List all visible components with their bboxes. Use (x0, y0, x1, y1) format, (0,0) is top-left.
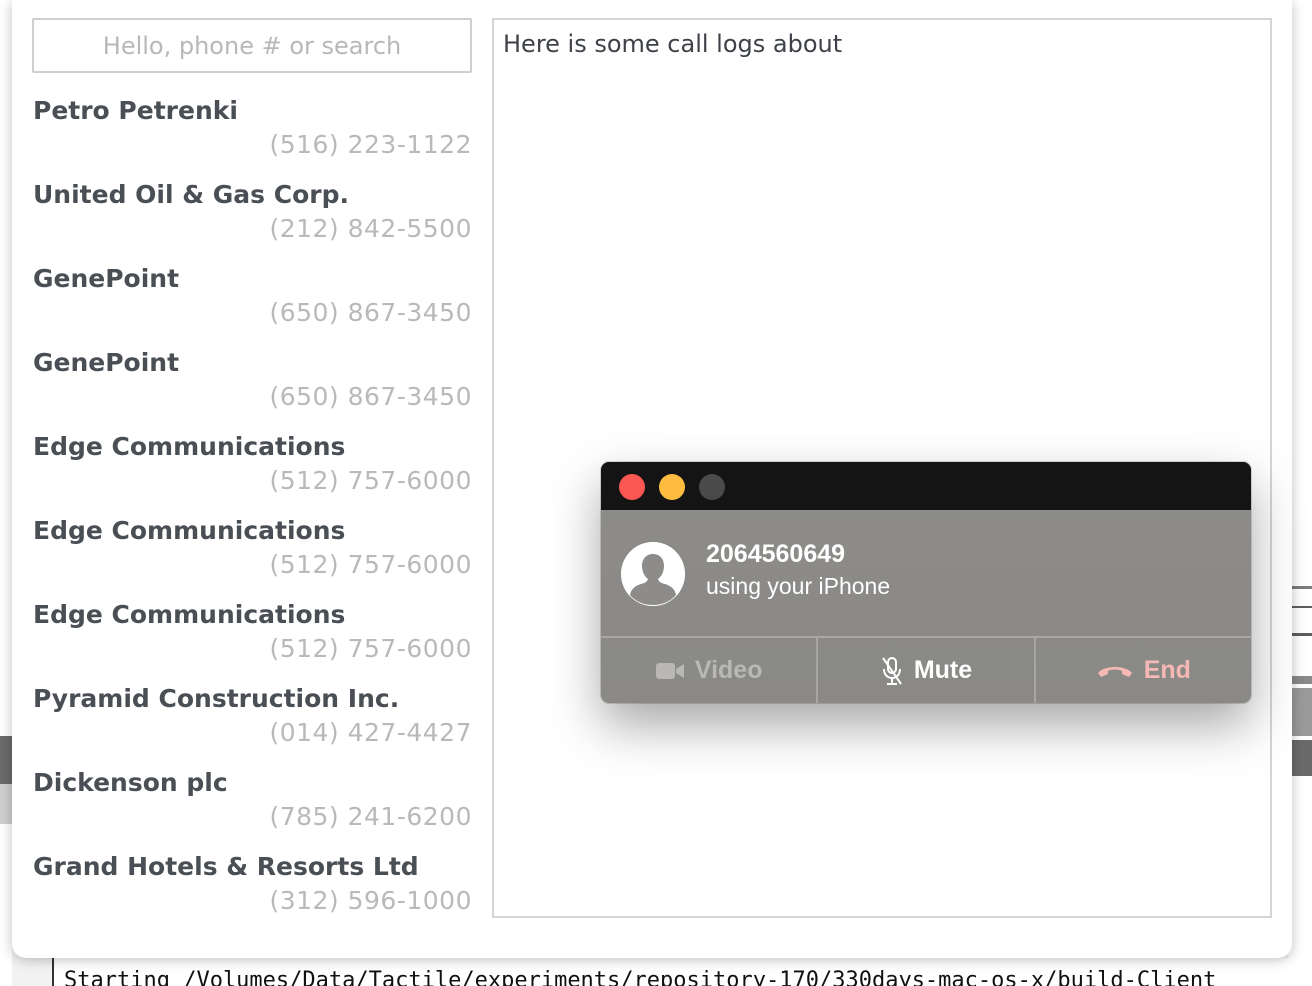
background-window-left (0, 0, 12, 986)
end-call-button[interactable]: End (1033, 638, 1251, 703)
contact-phone: (512) 757-6000 (269, 550, 472, 579)
call-log-text: Here is some call logs about (503, 30, 843, 58)
contact-name: Dickenson plc (33, 768, 228, 797)
contact-name: GenePoint (33, 264, 180, 293)
contact-phone: (785) 241-6200 (269, 802, 472, 831)
avatar (621, 542, 685, 606)
contact-phone: (212) 842-5500 (269, 214, 472, 243)
person-silhouette-icon (621, 542, 685, 606)
microphone-muted-icon (880, 656, 904, 686)
contact-item[interactable]: Petro Petrenki (516) 223-1122 (32, 92, 472, 176)
background-block (0, 784, 12, 824)
close-button[interactable] (619, 474, 645, 500)
contact-item[interactable]: Pyramid Construction Inc. (014) 427-4427 (32, 680, 472, 764)
call-popup: 2064560649 using your iPhone Video Mute … (601, 462, 1251, 703)
contact-item[interactable]: GenePoint (650) 867-3450 (32, 344, 472, 428)
contact-item[interactable]: Dickenson plc (785) 241-6200 (32, 764, 472, 848)
contact-item[interactable]: Edge Communications (512) 757-6000 (32, 596, 472, 680)
contact-phone: (512) 757-6000 (269, 634, 472, 663)
contact-list: Petro Petrenki (516) 223-1122 United Oil… (32, 92, 472, 932)
mute-button[interactable]: Mute (816, 638, 1033, 703)
popup-titlebar[interactable] (601, 462, 1251, 510)
contact-item[interactable]: Edge Communications (512) 757-6000 (32, 512, 472, 596)
contact-phone: (516) 223-1122 (269, 130, 472, 159)
contact-phone: (650) 867-3450 (269, 298, 472, 327)
contact-name: Pyramid Construction Inc. (33, 684, 400, 713)
contact-item[interactable]: Edge Communications (512) 757-6000 (32, 428, 472, 512)
contact-name: Edge Communications (33, 600, 346, 629)
search-input[interactable] (32, 18, 472, 73)
contact-name: Edge Communications (33, 432, 346, 461)
video-button[interactable]: Video (601, 638, 816, 703)
video-label: Video (694, 656, 763, 684)
contact-phone: (014) 427-4427 (269, 718, 472, 747)
zoom-button[interactable] (699, 474, 725, 500)
contact-phone: (512) 757-6000 (269, 466, 472, 495)
background-block (0, 736, 12, 784)
contact-name: Petro Petrenki (33, 96, 238, 125)
contact-name: Grand Hotels & Resorts Ltd (33, 852, 419, 881)
end-label: End (1143, 656, 1191, 684)
contact-name: United Oil & Gas Corp. (33, 180, 349, 209)
contact-name: Edge Communications (33, 516, 346, 545)
contact-item[interactable]: GenePoint (650) 867-3450 (32, 260, 472, 344)
contact-name: GenePoint (33, 348, 180, 377)
video-camera-icon (655, 661, 685, 681)
mute-label: Mute (913, 656, 973, 684)
contact-item[interactable]: United Oil & Gas Corp. (212) 842-5500 (32, 176, 472, 260)
caller-number: 2064560649 (706, 540, 846, 568)
call-actions: Video Mute End (601, 636, 1251, 703)
minimize-button[interactable] (659, 474, 685, 500)
hang-up-icon (1096, 663, 1134, 679)
contact-item[interactable]: Grand Hotels & Resorts Ltd (312) 596-100… (32, 848, 472, 932)
contact-phone: (312) 596-1000 (269, 886, 472, 915)
contact-phone: (650) 867-3450 (269, 382, 472, 411)
background-terminal-line: Starting /Volumes/Data/Tactile/experimen… (52, 958, 1312, 986)
caller-subtitle: using your iPhone (706, 573, 891, 599)
